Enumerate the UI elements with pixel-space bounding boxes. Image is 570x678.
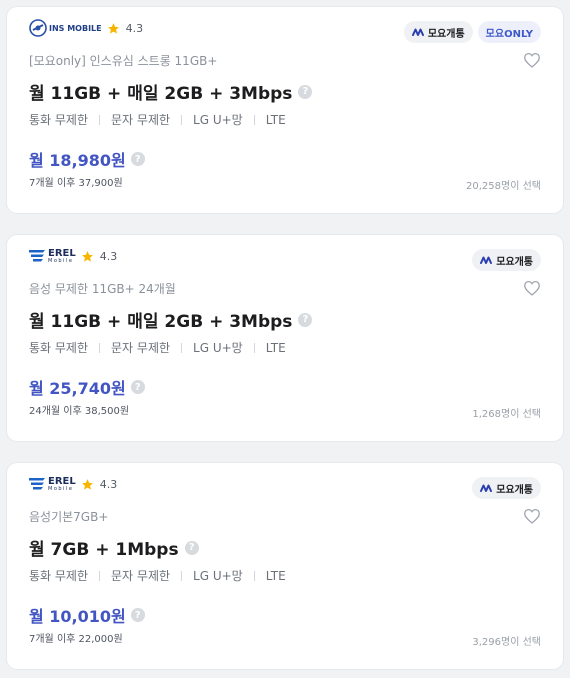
plan-card[interactable]: INS MOBILE 4.3 모요개통 모요ONLY [모요only] 인스유심… [7, 7, 563, 213]
price-row: 월 25,740원 ? [29, 375, 145, 399]
divider [181, 570, 183, 581]
after-price: 7개월 이후 22,000원 [29, 634, 123, 645]
spec-item: 통화 무제한 [29, 569, 89, 583]
monthly-price: 월 25,740원 [29, 379, 126, 398]
badge-group: 모요개통 [472, 249, 541, 271]
help-icon[interactable]: ? [130, 380, 145, 394]
divider [253, 570, 255, 581]
brand-logo-text: EREL [48, 475, 76, 487]
moyo-open-badge: 모요개통 [472, 249, 541, 271]
moyo-open-badge: 모요개통 [472, 477, 541, 499]
spec-item: LG U+망 [193, 341, 243, 355]
badge-label: 모요개통 [496, 256, 533, 268]
plan-card[interactable]: EREL Mobile 4.3 모요개통 음성기본7GB+ 월 7GB + 1M… [7, 463, 563, 669]
badge-label: 모요개통 [427, 28, 465, 40]
plan-name: 음성 무제한 11GB+ 24개월 [29, 282, 176, 296]
moyo-open-badge: 모요개통 [403, 21, 473, 43]
plan-title: 월 11GB + 매일 2GB + 3Mbps [29, 312, 293, 332]
selection-count: 3,296명이 선택 [472, 637, 541, 648]
brand-logo-text: INS MOBILE [49, 23, 102, 33]
heart-icon[interactable] [523, 280, 541, 296]
spec-item: LTE [265, 112, 286, 127]
plan-card[interactable]: EREL Mobile 4.3 모요개통 음성 무제한 11GB+ 24개월 월… [7, 235, 563, 441]
heart-icon[interactable] [523, 508, 541, 524]
moyo-icon [480, 484, 493, 492]
rating: 4.3 [99, 249, 118, 263]
moyo-icon [411, 28, 424, 36]
star-icon [81, 249, 95, 263]
help-icon[interactable]: ? [298, 312, 313, 327]
star-icon [107, 21, 121, 35]
star-icon [81, 477, 95, 491]
plan-specs: 통화 무제한 문자 무제한 LG U+망 LTE [29, 567, 286, 584]
rating: 4.3 [125, 21, 144, 35]
divider [253, 342, 255, 353]
heart-icon[interactable] [523, 52, 541, 68]
spec-item: LG U+망 [193, 569, 243, 583]
spec-item: LG U+망 [193, 113, 243, 127]
plan-name: 음성기본7GB+ [29, 510, 109, 524]
brand-logo-text: EREL [48, 247, 76, 259]
help-icon[interactable]: ? [298, 84, 313, 99]
divider [99, 342, 101, 353]
moyo-only-badge: 모요ONLY [477, 21, 541, 43]
help-icon[interactable]: ? [130, 608, 145, 622]
ins-mobile-logo-icon: INS MOBILE [29, 19, 102, 37]
selection-count: 1,268명이 선택 [472, 409, 541, 420]
spec-item: LTE [265, 340, 286, 355]
price-row: 월 18,980원 ? [29, 147, 145, 171]
brand-row: INS MOBILE 4.3 [29, 18, 143, 38]
spec-item: LTE [265, 568, 286, 583]
brand-logo-subtext: Mobile [48, 485, 74, 492]
rating: 4.3 [99, 477, 118, 491]
brand-row: EREL Mobile 4.3 [29, 246, 117, 266]
spec-item: 통화 무제한 [29, 113, 89, 127]
divider [99, 570, 101, 581]
help-icon[interactable]: ? [184, 540, 199, 555]
plan-title-row: 월 7GB + 1Mbps ? [29, 535, 199, 560]
plan-title-row: 월 11GB + 매일 2GB + 3Mbps ? [29, 79, 313, 104]
erel-logo-icon: EREL Mobile [29, 475, 76, 493]
moyo-icon [480, 256, 493, 264]
badge-group: 모요개통 [472, 477, 541, 499]
after-price: 7개월 이후 37,900원 [29, 178, 123, 189]
help-icon[interactable]: ? [130, 152, 145, 166]
divider [181, 342, 183, 353]
plan-specs: 통화 무제한 문자 무제한 LG U+망 LTE [29, 111, 286, 128]
plan-list: INS MOBILE 4.3 모요개통 모요ONLY [모요only] 인스유심… [0, 0, 570, 678]
divider [181, 114, 183, 125]
plan-title: 월 11GB + 매일 2GB + 3Mbps [29, 84, 293, 104]
plan-title: 월 7GB + 1Mbps [29, 540, 179, 560]
spec-item: 통화 무제한 [29, 341, 89, 355]
after-price: 24개월 이후 38,500원 [29, 406, 130, 417]
badge-label: 모요ONLY [485, 28, 533, 40]
spec-item: 문자 무제한 [111, 113, 171, 127]
plan-name: [모요only] 인스유심 스트롱 11GB+ [29, 54, 218, 68]
divider [99, 114, 101, 125]
selection-count: 20,258명이 선택 [466, 181, 541, 192]
spec-item: 문자 무제한 [111, 569, 171, 583]
price-row: 월 10,010원 ? [29, 603, 145, 627]
monthly-price: 월 18,980원 [29, 151, 126, 170]
erel-logo-icon: EREL Mobile [29, 247, 76, 265]
badge-group: 모요개통 모요ONLY [403, 21, 541, 43]
badge-label: 모요개통 [496, 484, 533, 496]
divider [253, 114, 255, 125]
plan-title-row: 월 11GB + 매일 2GB + 3Mbps ? [29, 307, 313, 332]
brand-logo-subtext: Mobile [48, 257, 74, 264]
spec-item: 문자 무제한 [111, 341, 171, 355]
monthly-price: 월 10,010원 [29, 607, 126, 626]
plan-specs: 통화 무제한 문자 무제한 LG U+망 LTE [29, 339, 286, 356]
brand-row: EREL Mobile 4.3 [29, 474, 117, 494]
